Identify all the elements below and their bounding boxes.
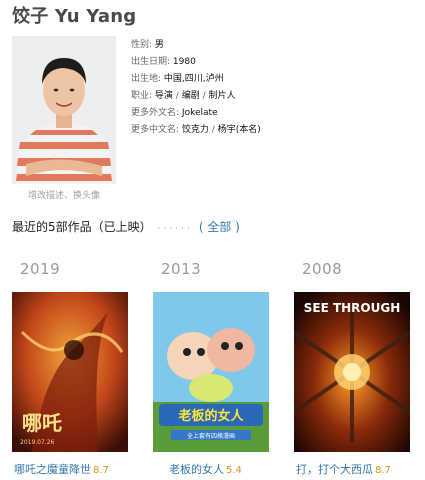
poster-see-through[interactable]: SEE THROUGH	[294, 292, 410, 452]
poster-subtitle-text: 全上套有四格漫画	[187, 432, 235, 440]
header-dots: ······	[157, 224, 193, 234]
work-rating: 8.7	[93, 465, 109, 476]
poster-image: SEE THROUGH	[294, 292, 410, 452]
profile-photo[interactable]	[12, 36, 116, 184]
chinese-names-label: 更多中文名:	[131, 125, 180, 135]
poster-image: 老板的女人 全上套有四格漫画	[153, 292, 269, 452]
birthplace-row: 出生地: 中国,四川,泸州	[131, 71, 261, 88]
work-title-link[interactable]: 老板的女人	[169, 463, 224, 476]
recent-works-header: 最近的5部作品（已上映） ······ ( 全部 )	[12, 218, 240, 235]
gender-label: 性别:	[131, 40, 153, 50]
work-item-3: 2008 SEE THROUGH 打，打个大西瓜 8.7	[294, 258, 410, 476]
work-caption: 老板的女人 5.4	[169, 461, 242, 477]
birthplace-value: 中国,四川,泸州	[163, 74, 224, 84]
poster-image: 哪吒 2019.07.26	[12, 292, 128, 452]
occupation-label: 职业:	[131, 91, 153, 101]
occupation-row: 职业: 导演 / 编剧 / 制片人	[131, 88, 261, 105]
chinese-names-row: 更多中文名: 饺克力 / 杨宇(本名)	[131, 122, 261, 139]
edit-description-link[interactable]: 增改描述、换头像	[12, 188, 116, 201]
portrait-image	[12, 36, 116, 184]
work-year: 2013	[161, 260, 202, 278]
poster-title-text: SEE THROUGH	[304, 301, 401, 315]
gender-value: 男	[154, 40, 164, 50]
all-works-link[interactable]: ( 全部 )	[199, 220, 240, 234]
work-caption: 打，打个大西瓜 8.7	[296, 461, 391, 477]
recent-works-title: 最近的5部作品（已上映）	[12, 220, 146, 234]
foreign-names-row: 更多外文名: Jokelate	[131, 105, 261, 122]
page-title: 饺子 Yu Yang	[12, 6, 137, 27]
foreign-names-label: 更多外文名:	[131, 108, 180, 118]
work-rating: 8.7	[375, 465, 391, 476]
occupation-producer: 制片人	[208, 91, 236, 101]
chinese-name-2: 杨宇(本名)	[217, 125, 261, 135]
work-year: 2008	[302, 260, 343, 278]
birthplace-label: 出生地:	[131, 74, 162, 84]
chinese-name-separator: /	[208, 125, 218, 135]
birthdate-label: 出生日期:	[131, 57, 171, 67]
poster-boss-woman[interactable]: 老板的女人 全上套有四格漫画	[153, 292, 269, 452]
work-item-2: 2013 老板的女人 全上套有四格漫画 老板的女人 5.4	[153, 258, 269, 476]
poster-title-text: 老板的女人	[177, 408, 244, 424]
occupation-writer: 编剧	[181, 91, 200, 101]
occupation-separator: /	[172, 91, 182, 101]
occupation-director: 导演	[154, 91, 173, 101]
work-item-1: 2019 哪吒 2019.07.26 哪吒之魔童降世 8.7	[12, 258, 128, 476]
work-title-link[interactable]: 打，打个大西瓜	[296, 463, 373, 476]
work-title-link[interactable]: 哪吒之魔童降世	[14, 463, 91, 476]
birthdate-value: 1980	[172, 57, 196, 67]
gender-row: 性别: 男	[131, 37, 261, 54]
foreign-names-value: Jokelate	[181, 108, 218, 118]
poster-date-text: 2019.07.26	[20, 439, 55, 446]
work-caption: 哪吒之魔童降世 8.7	[14, 461, 109, 477]
work-rating: 5.4	[226, 465, 242, 476]
profile-info: 性别: 男 出生日期: 1980 出生地: 中国,四川,泸州 职业: 导演 / …	[131, 37, 261, 139]
poster-nezha[interactable]: 哪吒 2019.07.26	[12, 292, 128, 452]
poster-title-text: 哪吒	[22, 411, 62, 435]
chinese-name-1: 饺克力	[181, 125, 209, 135]
birthdate-row: 出生日期: 1980	[131, 54, 261, 71]
work-year: 2019	[20, 260, 61, 278]
